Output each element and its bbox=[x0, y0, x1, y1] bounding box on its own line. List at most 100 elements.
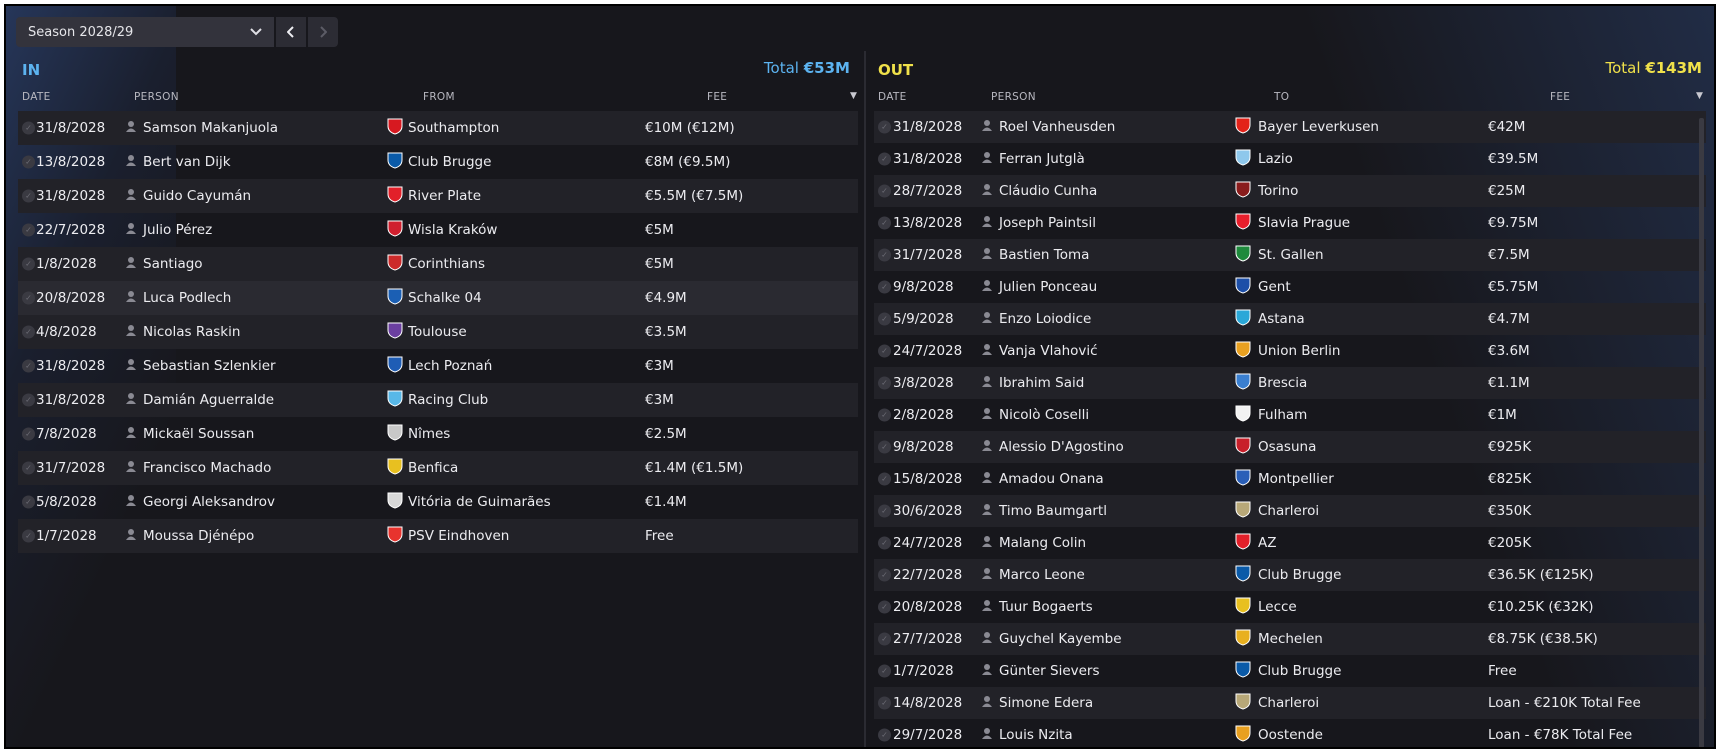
checkmark-icon[interactable]: ✓ bbox=[878, 184, 891, 198]
player-name-link[interactable]: Louis Nzita bbox=[999, 727, 1073, 743]
player-name-link[interactable]: Cláudio Cunha bbox=[999, 183, 1097, 199]
checkmark-icon[interactable]: ✓ bbox=[22, 495, 35, 509]
table-row[interactable]: ✓ 20/8/2028 Tuur Bogaerts Lecce €10.25K (€32… bbox=[874, 591, 1706, 623]
club-name-link[interactable]: Toulouse bbox=[408, 324, 467, 340]
checkmark-icon[interactable]: ✓ bbox=[22, 529, 35, 543]
table-row[interactable]: ✓ 2/8/2028 Nicolò Coselli Fulham €1M bbox=[874, 399, 1706, 431]
player-name-link[interactable]: Samson Makanjuola bbox=[143, 120, 278, 136]
checkmark-icon[interactable]: ✓ bbox=[22, 189, 35, 203]
player-name-link[interactable]: Marco Leone bbox=[999, 567, 1085, 583]
table-row[interactable]: ✓ 31/8/2028 Guido Cayumán River Plate €5.5M … bbox=[18, 179, 858, 213]
checkmark-icon[interactable]: ✓ bbox=[878, 632, 891, 646]
club-name-link[interactable]: Club Brugge bbox=[408, 154, 491, 170]
club-name-link[interactable]: Bayer Leverkusen bbox=[1258, 119, 1379, 135]
checkmark-icon[interactable]: ✓ bbox=[878, 248, 891, 262]
club-name-link[interactable]: Racing Club bbox=[408, 392, 488, 408]
checkmark-icon[interactable]: ✓ bbox=[878, 312, 891, 326]
table-row[interactable]: ✓ 31/7/2028 Francisco Machado Benfica €1.4M … bbox=[18, 451, 858, 485]
checkmark-icon[interactable]: ✓ bbox=[22, 121, 35, 135]
table-row[interactable]: ✓ 22/7/2028 Marco Leone Club Brugge €36.5K (… bbox=[874, 559, 1706, 591]
player-name-link[interactable]: Bastien Toma bbox=[999, 247, 1089, 263]
club-name-link[interactable]: Union Berlin bbox=[1258, 343, 1340, 359]
club-name-link[interactable]: Club Brugge bbox=[1258, 663, 1341, 679]
player-name-link[interactable]: Enzo Loiodice bbox=[999, 311, 1091, 327]
table-row[interactable]: ✓ 3/8/2028 Ibrahim Said Brescia €1.1M bbox=[874, 367, 1706, 399]
table-row[interactable]: ✓ 4/8/2028 Nicolas Raskin Toulouse €3.5M bbox=[18, 315, 858, 349]
table-row[interactable]: ✓ 1/7/2028 Günter Sievers Club Brugge Free bbox=[874, 655, 1706, 687]
player-name-link[interactable]: Tuur Bogaerts bbox=[999, 599, 1093, 615]
player-name-link[interactable]: Georgi Aleksandrov bbox=[143, 494, 275, 510]
table-row[interactable]: ✓ 5/8/2028 Georgi Aleksandrov Vitória de Gu… bbox=[18, 485, 858, 519]
next-season-button[interactable] bbox=[308, 17, 338, 47]
player-name-link[interactable]: Guido Cayumán bbox=[143, 188, 251, 204]
table-row[interactable]: ✓ 13/8/2028 Bert van Dijk Club Brugge €8M (€… bbox=[18, 145, 858, 179]
previous-season-button[interactable] bbox=[276, 17, 306, 47]
out-list-scrollbar[interactable] bbox=[1699, 118, 1704, 747]
table-row[interactable]: ✓ 24/7/2028 Malang Colin AZ €205K bbox=[874, 527, 1706, 559]
player-name-link[interactable]: Amadou Onana bbox=[999, 471, 1104, 487]
club-name-link[interactable]: Charleroi bbox=[1258, 503, 1319, 519]
checkmark-icon[interactable]: ✓ bbox=[878, 344, 891, 358]
table-row[interactable]: ✓ 5/9/2028 Enzo Loiodice Astana €4.7M bbox=[874, 303, 1706, 335]
club-name-link[interactable]: PSV Eindhoven bbox=[408, 528, 509, 544]
table-row[interactable]: ✓ 31/8/2028 Samson Makanjuola Southampton €1… bbox=[18, 111, 858, 145]
table-row[interactable]: ✓ 9/8/2028 Julien Ponceau Gent €5.75M bbox=[874, 271, 1706, 303]
player-name-link[interactable]: Simone Edera bbox=[999, 695, 1093, 711]
club-name-link[interactable]: Charleroi bbox=[1258, 695, 1319, 711]
player-name-link[interactable]: Moussa Djénépo bbox=[143, 528, 254, 544]
table-row[interactable]: ✓ 24/7/2028 Vanja Vlahović Union Berlin €3.6… bbox=[874, 335, 1706, 367]
club-name-link[interactable]: Montpellier bbox=[1258, 471, 1334, 487]
checkmark-icon[interactable]: ✓ bbox=[878, 504, 891, 518]
season-dropdown[interactable]: Season 2028/29 bbox=[16, 17, 274, 47]
table-row[interactable]: ✓ 9/8/2028 Alessio D'Agostino Osasuna €925K bbox=[874, 431, 1706, 463]
club-name-link[interactable]: Lecce bbox=[1258, 599, 1297, 615]
table-row[interactable]: ✓ 1/8/2028 Santiago Corinthians €5M bbox=[18, 247, 858, 281]
checkmark-icon[interactable]: ✓ bbox=[878, 120, 891, 134]
table-row[interactable]: ✓ 14/8/2028 Simone Edera Charleroi Loan - €2… bbox=[874, 687, 1706, 719]
club-name-link[interactable]: Club Brugge bbox=[1258, 567, 1341, 583]
club-name-link[interactable]: Vitória de Guimarães bbox=[408, 494, 551, 510]
player-name-link[interactable]: Julien Ponceau bbox=[999, 279, 1097, 295]
table-row[interactable]: ✓ 31/8/2028 Damián Aguerralde Racing Club €3… bbox=[18, 383, 858, 417]
column-header-from[interactable]: FROM bbox=[423, 91, 455, 103]
player-name-link[interactable]: Julio Pérez bbox=[143, 222, 212, 238]
checkmark-icon[interactable]: ✓ bbox=[878, 216, 891, 230]
club-name-link[interactable]: Nîmes bbox=[408, 426, 450, 442]
checkmark-icon[interactable]: ✓ bbox=[22, 393, 35, 407]
player-name-link[interactable]: Luca Podlech bbox=[143, 290, 231, 306]
checkmark-icon[interactable]: ✓ bbox=[878, 600, 891, 614]
club-name-link[interactable]: Astana bbox=[1258, 311, 1305, 327]
player-name-link[interactable]: Malang Colin bbox=[999, 535, 1086, 551]
table-row[interactable]: ✓ 31/8/2028 Ferran Jutglà Lazio €39.5M bbox=[874, 143, 1706, 175]
player-name-link[interactable]: Ibrahim Said bbox=[999, 375, 1084, 391]
player-name-link[interactable]: Vanja Vlahović bbox=[999, 343, 1098, 359]
checkmark-icon[interactable]: ✓ bbox=[878, 376, 891, 390]
checkmark-icon[interactable]: ✓ bbox=[22, 427, 35, 441]
player-name-link[interactable]: Guychel Kayembe bbox=[999, 631, 1122, 647]
player-name-link[interactable]: Sebastian Szlenkier bbox=[143, 358, 276, 374]
table-row[interactable]: ✓ 28/7/2028 Cláudio Cunha Torino €25M bbox=[874, 175, 1706, 207]
checkmark-icon[interactable]: ✓ bbox=[878, 152, 891, 166]
player-name-link[interactable]: Santiago bbox=[143, 256, 203, 272]
checkmark-icon[interactable]: ✓ bbox=[22, 291, 35, 305]
table-row[interactable]: ✓ 31/8/2028 Roel Vanheusden Bayer Leverkuse… bbox=[874, 111, 1706, 143]
club-name-link[interactable]: Fulham bbox=[1258, 407, 1307, 423]
player-name-link[interactable]: Nicolò Coselli bbox=[999, 407, 1089, 423]
checkmark-icon[interactable]: ✓ bbox=[22, 461, 35, 475]
club-name-link[interactable]: Slavia Prague bbox=[1258, 215, 1350, 231]
club-name-link[interactable]: Lazio bbox=[1258, 151, 1293, 167]
checkmark-icon[interactable]: ✓ bbox=[878, 408, 891, 422]
column-header-person[interactable]: PERSON bbox=[991, 91, 1036, 103]
column-header-to[interactable]: TO bbox=[1274, 91, 1289, 103]
checkmark-icon[interactable]: ✓ bbox=[22, 257, 35, 271]
checkmark-icon[interactable]: ✓ bbox=[878, 728, 891, 742]
club-name-link[interactable]: AZ bbox=[1258, 535, 1276, 551]
club-name-link[interactable]: Benfica bbox=[408, 460, 458, 476]
table-row[interactable]: ✓ 29/7/2028 Louis Nzita Oostende Loan - €78K… bbox=[874, 719, 1706, 747]
player-name-link[interactable]: Günter Sievers bbox=[999, 663, 1100, 679]
player-name-link[interactable]: Ferran Jutglà bbox=[999, 151, 1085, 167]
club-name-link[interactable]: Wisla Kraków bbox=[408, 222, 497, 238]
player-name-link[interactable]: Mickaël Soussan bbox=[143, 426, 254, 442]
checkmark-icon[interactable]: ✓ bbox=[22, 155, 35, 169]
player-name-link[interactable]: Damián Aguerralde bbox=[143, 392, 274, 408]
